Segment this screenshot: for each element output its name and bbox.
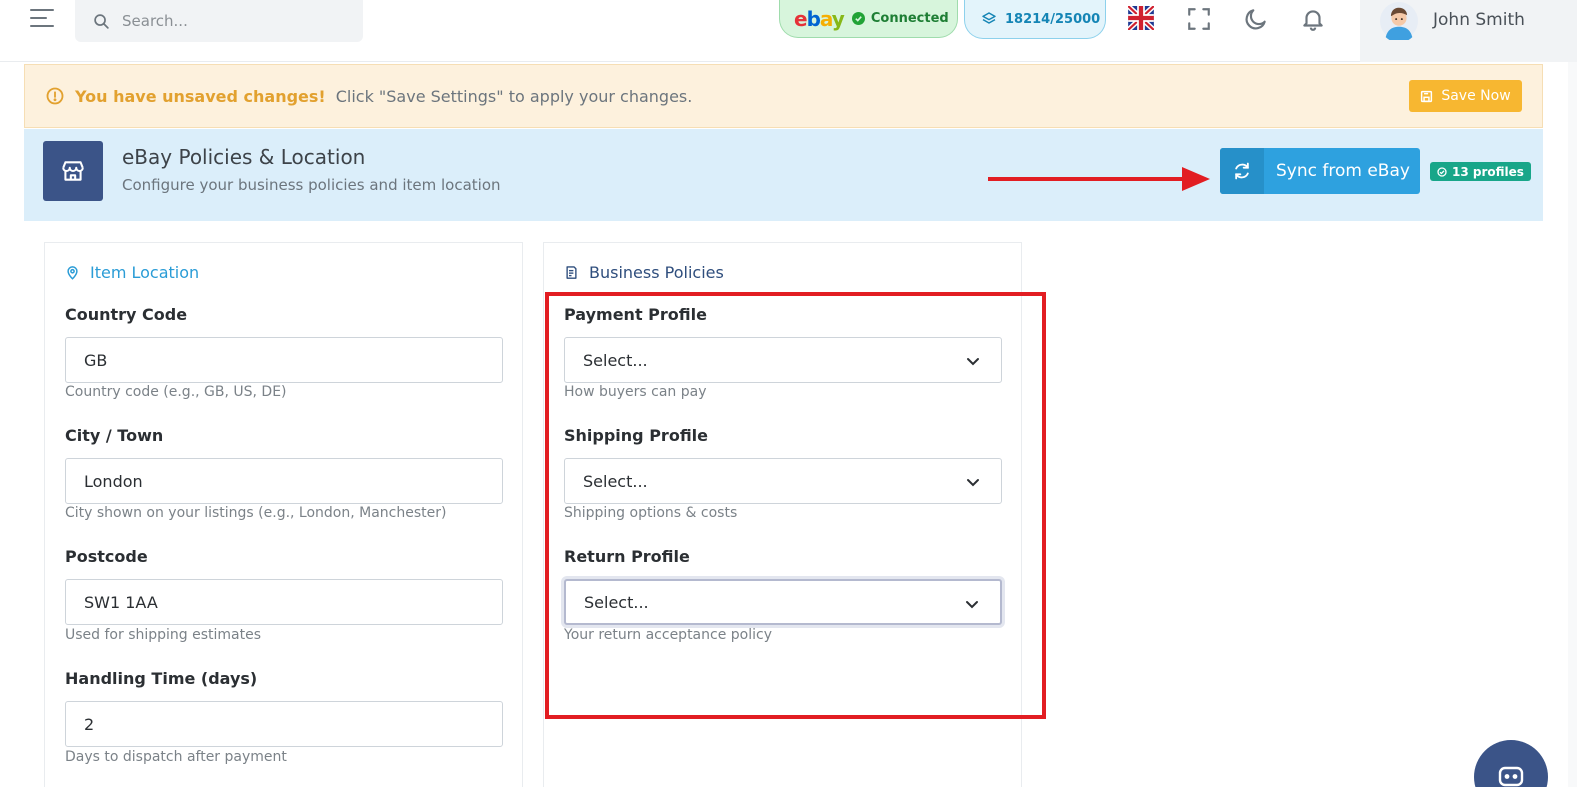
item-location-title: Item Location <box>65 263 199 282</box>
bell-icon[interactable] <box>1300 6 1326 32</box>
annotation-arrow-icon <box>988 167 1210 191</box>
top-navbar: ebay Connected 18214/25000 John Smith <box>0 0 1577 62</box>
handling-time-help: Days to dispatch after payment <box>65 749 287 765</box>
sync-from-ebay-button[interactable]: Sync from eBay <box>1220 148 1420 194</box>
sync-icon <box>1220 148 1264 194</box>
moon-icon[interactable] <box>1243 6 1269 32</box>
postcode-label: Postcode <box>65 547 148 566</box>
country-code-input[interactable] <box>65 337 503 383</box>
chat-icon <box>1498 766 1524 787</box>
search-icon <box>94 13 109 29</box>
city-label: City / Town <box>65 426 164 445</box>
avatar <box>1380 2 1418 40</box>
handling-time-input[interactable] <box>65 701 503 747</box>
item-location-card: Item Location Country Code Country code … <box>44 242 523 787</box>
alert-circle-icon <box>46 87 64 105</box>
fullscreen-icon[interactable] <box>1186 6 1212 32</box>
page-title: eBay Policies & Location <box>122 145 366 169</box>
postcode-input[interactable] <box>65 579 503 625</box>
country-code-label: Country Code <box>65 305 188 324</box>
profiles-count-badge: 13 profiles <box>1430 162 1531 181</box>
city-help: City shown on your listings (e.g., Londo… <box>65 505 447 521</box>
business-policies-title: Business Policies <box>564 263 724 282</box>
save-icon <box>1421 90 1433 102</box>
menu-icon[interactable] <box>30 9 54 29</box>
handling-time-label: Handling Time (days) <box>65 669 258 688</box>
user-name: John Smith <box>1433 10 1525 30</box>
store-icon <box>62 161 84 181</box>
user-menu[interactable]: John Smith <box>1360 0 1577 62</box>
unsaved-changes-alert: You have unsaved changes! Click "Save Se… <box>24 64 1543 128</box>
check-circle-icon <box>851 12 865 25</box>
layers-icon <box>982 12 996 24</box>
save-now-button[interactable]: Save Now <box>1409 80 1522 112</box>
search-box[interactable] <box>75 0 363 42</box>
page-subtitle: Configure your business policies and ite… <box>122 176 501 194</box>
map-pin-icon <box>67 266 78 280</box>
connection-status-text: Connected <box>870 11 949 26</box>
city-input[interactable] <box>65 458 503 504</box>
country-code-help: Country code (e.g., GB, US, DE) <box>65 384 287 400</box>
ebay-logo: ebay <box>794 6 845 31</box>
save-now-label: Save Now <box>1441 88 1511 104</box>
uk-flag-icon[interactable] <box>1128 6 1154 30</box>
alert-title: You have unsaved changes! <box>75 86 326 106</box>
postcode-help: Used for shipping estimates <box>65 627 262 643</box>
page-header: eBay Policies & Location Configure your … <box>24 129 1543 221</box>
chat-button[interactable] <box>1474 740 1548 787</box>
check-circle-icon <box>1437 166 1447 177</box>
ebay-connection-status[interactable]: ebay Connected <box>779 0 958 38</box>
store-icon-box <box>43 141 103 201</box>
alert-message: Click "Save Settings" to apply your chan… <box>335 86 693 106</box>
api-quota-badge[interactable]: 18214/25000 <box>964 0 1106 39</box>
sync-label: Sync from eBay <box>1276 161 1410 181</box>
search-input[interactable] <box>122 12 342 30</box>
document-icon <box>566 266 577 279</box>
annotation-highlight-box <box>545 292 1046 719</box>
quota-text: 18214/25000 <box>1005 11 1101 27</box>
page-scrollbar[interactable] <box>1568 62 1577 787</box>
